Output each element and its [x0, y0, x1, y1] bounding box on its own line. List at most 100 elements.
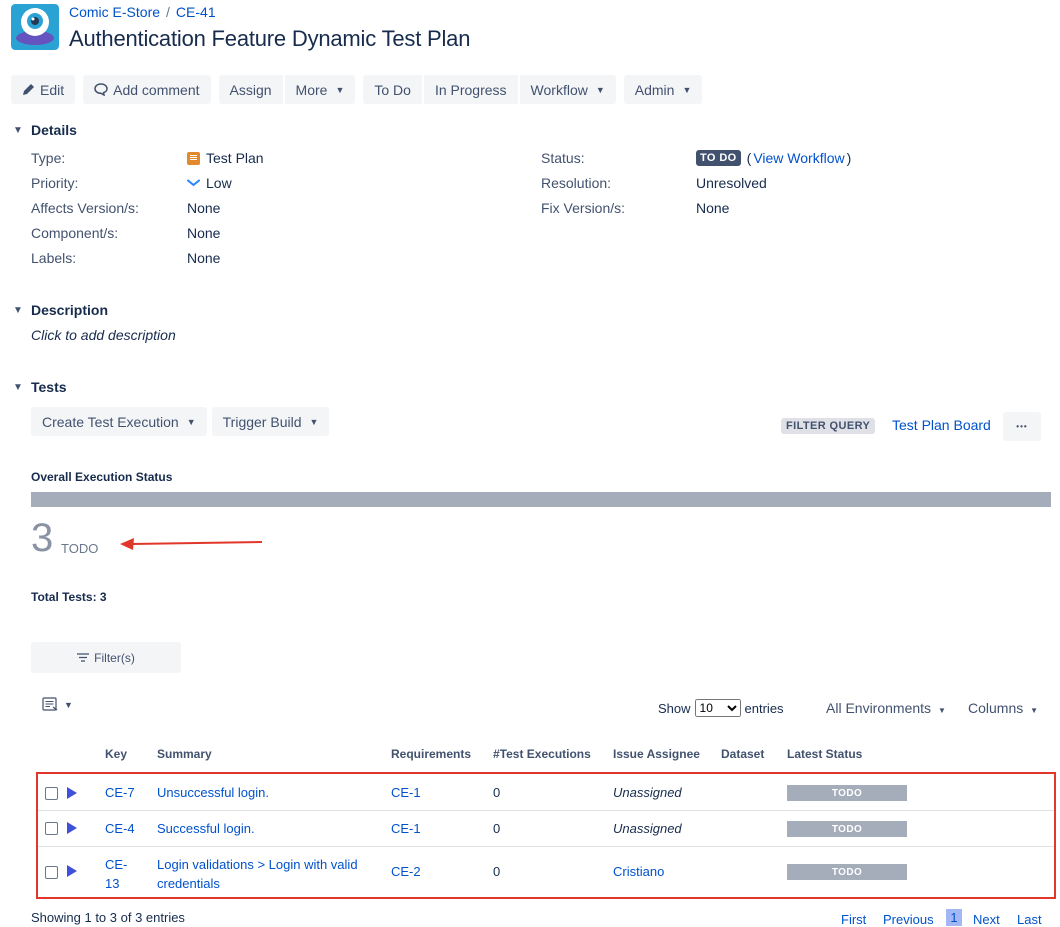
row-executions: 0	[493, 785, 501, 800]
affects-version-label: Affects Version/s:	[31, 200, 139, 216]
column-header-requirements[interactable]: Requirements	[391, 747, 471, 761]
row-summary-line: credentials	[157, 876, 220, 891]
more-button-label: More	[295, 81, 328, 98]
row-requirement-link[interactable]: CE-1	[391, 821, 421, 836]
pager-first[interactable]: First	[841, 912, 866, 927]
more-button[interactable]: More ▼	[284, 75, 356, 104]
breadcrumb-project-link[interactable]: Comic E-Store	[69, 4, 160, 20]
project-avatar[interactable]	[11, 4, 59, 50]
row-summary-line: Login validations > Login with valid	[157, 857, 358, 872]
create-test-execution-label: Create Test Execution	[42, 413, 179, 430]
priority-low-icon	[187, 179, 200, 187]
column-header-test-executions[interactable]: #Test Executions	[493, 747, 591, 761]
page-size-select[interactable]: 10	[694, 699, 741, 717]
row-assignee-link[interactable]: Cristiano	[613, 864, 664, 879]
pencil-icon	[23, 84, 34, 95]
progress-todo-segment	[31, 492, 1051, 507]
description-placeholder[interactable]: Click to add description	[31, 327, 176, 343]
description-heading: Description	[31, 302, 109, 318]
row-divider	[38, 846, 1054, 847]
pager-current-page[interactable]: 1	[946, 909, 962, 926]
environments-dropdown[interactable]: All Environments ▼	[826, 700, 946, 716]
type-value-text: Test Plan	[206, 150, 264, 166]
labels-label: Labels:	[31, 250, 77, 266]
add-comment-button[interactable]: Add comment	[83, 75, 211, 104]
row-status-badge: TODO	[787, 785, 907, 801]
breadcrumb: Comic E-Store / CE-41	[69, 4, 216, 20]
trigger-build-label: Trigger Build	[222, 413, 302, 430]
test-plan-icon	[187, 151, 200, 165]
row-status-badge: TODO	[787, 864, 907, 880]
paren-close: )	[846, 150, 852, 166]
column-header-latest-status[interactable]: Latest Status	[787, 747, 862, 761]
to-do-button[interactable]: To Do	[363, 75, 422, 104]
row-assignee: Unassigned	[613, 785, 682, 800]
pager-next[interactable]: Next	[973, 912, 1000, 927]
row-checkbox[interactable]	[45, 866, 58, 879]
test-plan-board-link[interactable]: Test Plan Board	[892, 417, 991, 433]
column-header-assignee[interactable]: Issue Assignee	[613, 747, 700, 761]
list-settings-icon	[42, 697, 58, 711]
status-value: TO DO (View Workflow)	[696, 150, 851, 166]
in-progress-button[interactable]: In Progress	[423, 75, 518, 104]
workflow-button[interactable]: Workflow ▼	[519, 75, 616, 104]
trigger-build-button[interactable]: Trigger Build ▼	[211, 407, 330, 436]
columns-label: Columns	[968, 700, 1024, 716]
row-checkbox[interactable]	[45, 787, 58, 800]
row-checkbox[interactable]	[45, 822, 58, 835]
filters-button[interactable]: Filter(s)	[31, 642, 181, 673]
edit-button[interactable]: Edit	[11, 75, 76, 104]
test-type-icon	[67, 822, 77, 834]
more-options-button[interactable]: •••	[1003, 412, 1041, 441]
view-workflow-link[interactable]: View Workflow	[753, 150, 844, 166]
environments-label: All Environments	[826, 700, 932, 716]
priority-label: Priority:	[31, 175, 79, 191]
filters-button-label: Filter(s)	[94, 650, 135, 665]
fix-version-value: None	[696, 200, 730, 216]
admin-button[interactable]: Admin ▼	[623, 75, 703, 104]
row-summary-link[interactable]: Unsuccessful login.	[157, 785, 269, 800]
row-key-link[interactable]: CE- 13	[105, 855, 127, 893]
component-label: Component/s:	[31, 225, 119, 241]
tests-section-toggle[interactable]: ▼ Tests	[11, 379, 67, 395]
filter-icon	[77, 653, 90, 662]
chevron-down-icon: ▼	[186, 416, 196, 427]
type-value: Test Plan	[187, 150, 264, 166]
chevron-down-icon: ▼	[13, 304, 23, 316]
row-key-link[interactable]: CE-4	[105, 821, 135, 836]
showing-entries-text: Showing 1 to 3 of 3 entries	[31, 910, 185, 925]
row-requirement-link[interactable]: CE-1	[391, 785, 421, 800]
type-label: Type:	[31, 150, 66, 166]
column-header-key[interactable]: Key	[105, 747, 127, 761]
chevron-down-icon: ▼	[595, 84, 605, 95]
more-dots-icon: •••	[1016, 422, 1028, 431]
todo-count-label: TODO	[61, 541, 99, 556]
columns-dropdown[interactable]: Columns ▼	[968, 700, 1038, 716]
fix-version-label: Fix Version/s:	[541, 200, 626, 216]
column-header-summary[interactable]: Summary	[157, 747, 212, 761]
filter-query-badge[interactable]: FILTER QUERY	[781, 418, 876, 434]
column-header-dataset[interactable]: Dataset	[721, 747, 764, 761]
add-comment-label: Add comment	[113, 81, 200, 98]
row-key-link[interactable]: CE-7	[105, 785, 135, 800]
row-summary-link[interactable]: Successful login.	[157, 821, 255, 836]
create-test-execution-button[interactable]: Create Test Execution ▼	[31, 407, 207, 436]
column-chooser-toggle[interactable]: ▼	[42, 697, 73, 712]
execution-progress-bar	[31, 492, 1051, 507]
row-requirement-link[interactable]: CE-2	[391, 864, 421, 879]
component-value: None	[187, 225, 221, 241]
description-section-toggle[interactable]: ▼ Description	[11, 302, 108, 318]
pager-previous[interactable]: Previous	[883, 912, 934, 927]
chevron-down-icon: ▼	[13, 381, 23, 393]
row-key-line: 13	[105, 876, 120, 891]
assign-button[interactable]: Assign	[218, 75, 283, 104]
todo-count: 3	[31, 516, 54, 560]
row-executions: 0	[493, 864, 501, 879]
details-section-toggle[interactable]: ▼ Details	[11, 122, 77, 138]
status-label: Status:	[541, 150, 585, 166]
breadcrumb-issue-link[interactable]: CE-41	[176, 4, 216, 20]
row-summary-link[interactable]: Login validations > Login with valid cre…	[157, 855, 358, 893]
pager-last[interactable]: Last	[1017, 912, 1042, 927]
caret-down-icon: ▼	[937, 706, 946, 715]
tests-actions: Create Test Execution ▼ Trigger Build ▼	[31, 407, 330, 436]
